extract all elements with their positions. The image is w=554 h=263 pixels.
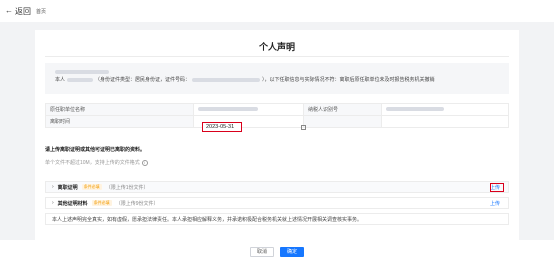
redacted-employer xyxy=(198,107,258,112)
file-limit: （限上传1份文件） xyxy=(105,184,149,191)
chevron-right-icon[interactable]: › xyxy=(52,184,54,190)
arrow-left-icon: ← xyxy=(5,6,13,15)
file-row-other-proof[interactable]: › 其他证明材料 条件必填 （限上传9份文件） 上传 xyxy=(45,197,509,209)
declaration-text-block: 本人 （身份证件类型：居民身份证，证件号码： ），以下任职信息与实际情况不符：离… xyxy=(45,63,509,94)
cancel-button[interactable]: 取消 xyxy=(249,246,274,257)
file-name: 离职证明 xyxy=(57,184,78,191)
breadcrumb-home[interactable]: 首页 xyxy=(36,8,46,15)
footer-actions: 取消 确定 xyxy=(0,240,554,263)
employer-value xyxy=(193,103,304,116)
taxpayer-id-value xyxy=(381,103,509,116)
redacted-taxpayer-id xyxy=(386,107,444,112)
promise-statement: 本人上述声明完全真实，如有虚假，愿承担法律责任。本人承担相应解释义务，并承诺积极… xyxy=(45,213,509,225)
empty-label-cell xyxy=(303,115,382,128)
redacted-id-number xyxy=(192,78,261,82)
info-icon[interactable]: i xyxy=(141,159,148,166)
chevron-right-icon[interactable]: › xyxy=(52,200,54,206)
confirm-button[interactable]: 确定 xyxy=(280,246,305,257)
taxpayer-id-label: 纳税人识别号 xyxy=(303,103,382,116)
title-divider xyxy=(45,56,509,57)
file-row-leave-proof[interactable]: › 离职证明 条件必填 （限上传1份文件） 上传 xyxy=(45,181,509,193)
top-bar: ← 返回 首页 xyxy=(0,0,554,22)
empty-value-cell xyxy=(381,115,509,128)
upload-highlight-box xyxy=(490,183,504,192)
declaration-statement: ），以下任职信息与实际情况不符：离职后原任职单位未及时报告税务机关撤销 xyxy=(262,77,435,83)
declaration-id-type: （身份证件类型：居民身份证，证件号码： xyxy=(95,77,191,83)
file-name: 其他证明材料 xyxy=(57,200,88,207)
declaration-prefix: 本人 xyxy=(55,77,66,83)
file-limit: （限上传9份文件） xyxy=(115,200,159,207)
leave-date-input[interactable]: 2023-05-31 xyxy=(202,122,242,132)
declaration-card: 个人声明 本人 （身份证件类型：居民身份证，证件号码： ），以下任职信息与实际情… xyxy=(35,30,519,240)
required-tag: 条件必填 xyxy=(81,184,102,190)
redacted-name xyxy=(67,78,94,82)
employment-info-table: 原任职单位名称 纳税人识别号 离职时间 xyxy=(45,103,509,128)
page-title: 个人声明 xyxy=(258,42,295,52)
back-label: 返回 xyxy=(15,6,31,16)
upload-hint: 单个文件不超过10M，支持上传的文件格式 i xyxy=(45,159,148,166)
upload-hint-text: 单个文件不超过10M，支持上传的文件格式 xyxy=(45,160,140,166)
back-button[interactable]: ← 返回 xyxy=(5,6,31,17)
redacted-name-line xyxy=(55,68,499,76)
calendar-icon[interactable] xyxy=(301,125,306,130)
redacted-text xyxy=(55,69,109,74)
required-tag: 条件必填 xyxy=(91,200,112,206)
employer-label: 原任职单位名称 xyxy=(45,103,194,116)
leave-date-label: 离职时间 xyxy=(45,115,194,128)
upload-button[interactable]: 上传 xyxy=(490,200,500,207)
upload-instructions: 请上传离职证明或其他可证明已离职的资料。 xyxy=(45,147,146,153)
